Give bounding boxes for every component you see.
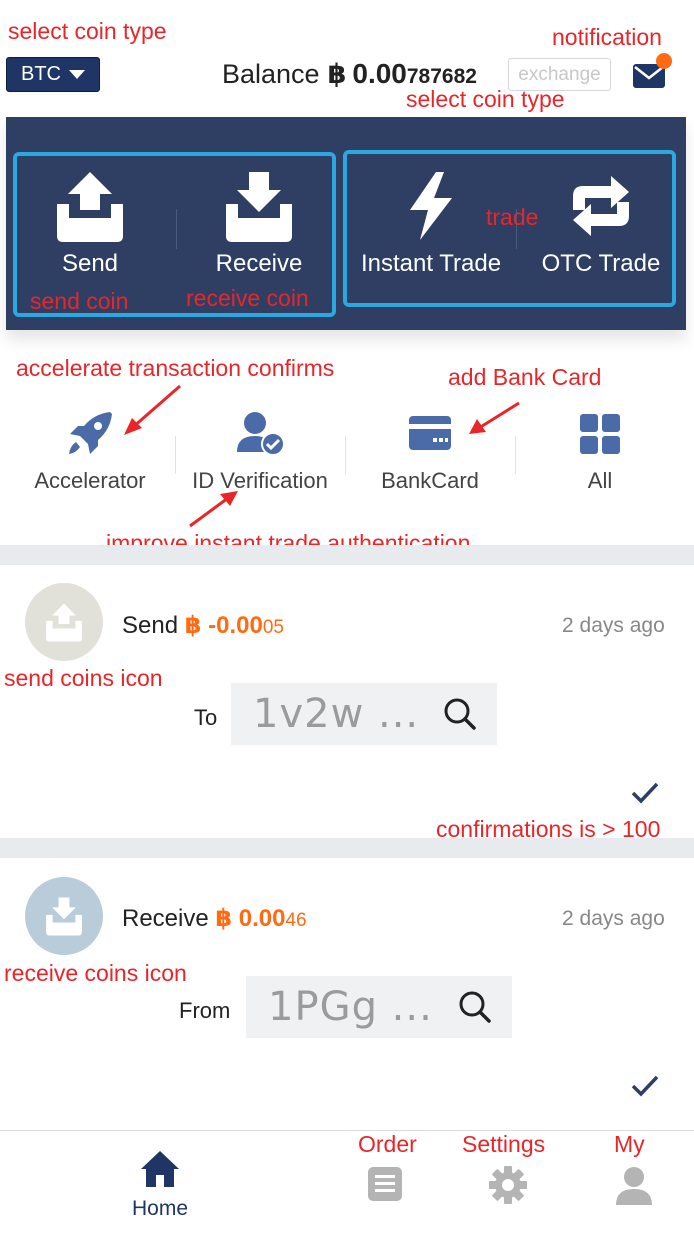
address-label: From	[179, 998, 231, 1023]
address-field[interactable]: 1PGg ...	[246, 976, 512, 1038]
transaction-title: Receive ฿ 0.0046	[122, 904, 307, 933]
all-item[interactable]: All	[515, 410, 685, 494]
amount-minor: 05	[262, 617, 284, 638]
search-icon[interactable]	[458, 990, 492, 1024]
instant-trade-label: Instant Trade	[360, 250, 502, 277]
credit-card-icon	[409, 416, 451, 450]
transaction-amount: ฿ -0.0005	[185, 612, 284, 639]
receive-label: Receive	[215, 250, 303, 277]
notification-badge	[656, 53, 672, 69]
amount-symbol: ฿	[215, 905, 233, 932]
receive-tray-icon	[226, 172, 292, 242]
amount-minor: 46	[285, 910, 307, 931]
send-tray-icon	[46, 603, 82, 642]
annotation-trade: trade	[486, 204, 539, 230]
rocket-icon	[69, 412, 112, 454]
lightning-icon	[410, 172, 452, 240]
checkmark-icon	[631, 782, 659, 804]
send-coins-icon	[25, 583, 103, 661]
balance-amount-major: 0.00	[352, 58, 407, 89]
amount-symbol: ฿	[184, 612, 202, 639]
bottom-nav: Home	[0, 1130, 694, 1238]
amount-major: 0.00	[238, 905, 286, 932]
transaction-amount: ฿ 0.0046	[215, 905, 306, 932]
annotation-order: Order	[358, 1131, 417, 1157]
notification-button[interactable]	[632, 53, 672, 90]
bankcard-item[interactable]: BankCard	[345, 410, 515, 494]
transaction-type: Receive	[122, 905, 209, 932]
receive-tray-icon	[46, 897, 82, 936]
receive-coins-icon	[25, 877, 103, 955]
balance-label: Balance	[222, 59, 320, 89]
address-field[interactable]: 1v2w ...	[231, 683, 497, 745]
id-verification-item[interactable]: ID Verification	[175, 410, 345, 494]
send-action[interactable]: Send	[40, 170, 140, 278]
otc-trade-action[interactable]: OTC Trade	[531, 170, 671, 278]
nav-my[interactable]	[594, 1165, 674, 1207]
gear-icon	[489, 1166, 527, 1204]
annotation-receive-coin: receive coin	[186, 285, 309, 311]
coin-type-value: BTC	[21, 63, 61, 85]
transaction-time: 2 days ago	[562, 907, 665, 930]
accelerator-label: Accelerator	[34, 468, 146, 493]
grid-icon	[580, 414, 620, 454]
annotation-send-coin: send coin	[30, 288, 129, 314]
annotation-add-bank-card: add Bank Card	[448, 364, 602, 390]
annotation-receive-coins-icon: receive coins icon	[4, 960, 187, 986]
order-list-icon	[368, 1167, 402, 1201]
search-icon[interactable]	[443, 697, 477, 731]
coin-type-select[interactable]: BTC	[6, 57, 100, 92]
annotation-arrow-id-verification	[189, 491, 238, 528]
send-label: Send	[61, 250, 119, 277]
home-icon	[141, 1151, 179, 1187]
section-divider-2	[0, 838, 694, 858]
amount-major: -0.00	[208, 612, 263, 639]
nav-home-label: Home	[131, 1197, 189, 1220]
otc-trade-label: OTC Trade	[541, 250, 661, 277]
annotation-send-coins-icon: send coins icon	[4, 665, 163, 691]
all-label: All	[587, 468, 613, 493]
user-icon	[616, 1167, 652, 1205]
caret-down-icon	[69, 70, 85, 79]
checkmark-icon	[631, 1075, 659, 1097]
transaction-type: Send	[122, 612, 179, 639]
annotation-my: My	[614, 1131, 645, 1157]
receive-action[interactable]: Receive	[204, 170, 314, 278]
address-label: To	[194, 705, 218, 730]
bankcard-label: BankCard	[381, 468, 479, 493]
user-verified-icon	[237, 412, 285, 456]
nav-order[interactable]	[345, 1165, 425, 1203]
section-divider-1	[0, 545, 694, 565]
bitcoin-symbol: ฿	[327, 59, 347, 89]
address-value: 1v2w ...	[253, 691, 420, 737]
exchange-arrows-icon	[573, 176, 629, 236]
annotation-accelerate: accelerate transaction confirms	[16, 355, 335, 381]
annotation-notification: notification	[552, 24, 662, 50]
transaction-time: 2 days ago	[562, 614, 665, 637]
accelerator-item[interactable]: Accelerator	[5, 410, 175, 494]
send-tray-icon	[57, 172, 123, 242]
annotation-select-coin-type: select coin type	[8, 18, 167, 44]
transaction-send-card[interactable]: Send ฿ -0.0005 2 days ago send coins ico…	[0, 565, 694, 841]
nav-settings[interactable]	[468, 1165, 548, 1205]
address-value: 1PGg ...	[268, 984, 433, 1030]
nav-home[interactable]: Home	[122, 1149, 198, 1221]
send-receive-separator	[176, 209, 177, 249]
transaction-title: Send ฿ -0.0005	[122, 611, 284, 640]
annotation-settings: Settings	[462, 1131, 546, 1157]
transaction-receive-card[interactable]: Receive ฿ 0.0046 2 days ago receive coin…	[0, 858, 694, 1130]
annotation-select-coin-type-2: select coin type	[406, 86, 565, 112]
